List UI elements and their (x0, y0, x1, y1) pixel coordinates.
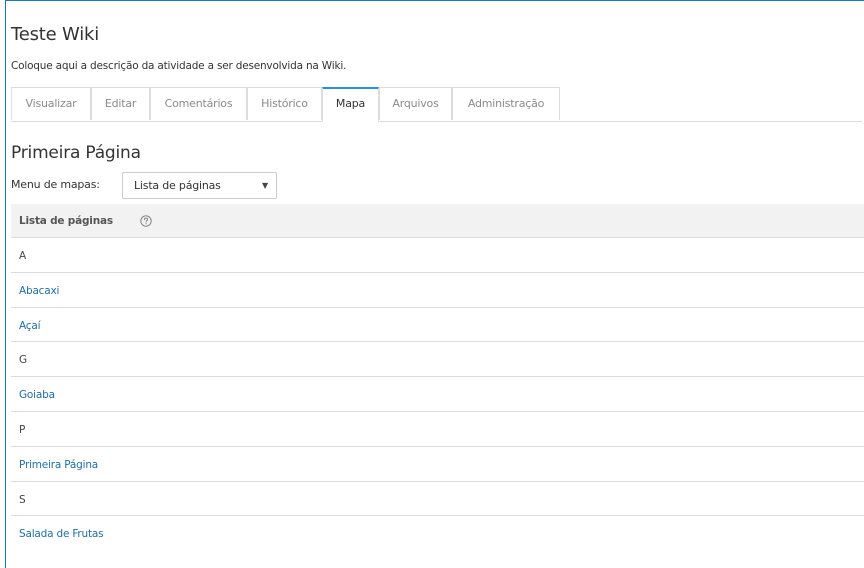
tab-mapa[interactable]: Mapa (322, 87, 379, 122)
letter-heading: G (19, 354, 27, 367)
map-menu-selected-value: Lista de páginas (134, 179, 221, 192)
tab-visualizar[interactable]: Visualizar (11, 87, 91, 120)
map-menu-select[interactable]: Lista de páginas ▼ (122, 172, 277, 199)
tab-comentarios[interactable]: Comentários (150, 87, 247, 120)
page-link[interactable]: Goiaba (19, 387, 55, 403)
page-link[interactable]: Primeira Página (19, 457, 98, 473)
wiki-frame: Teste Wiki Coloque aqui a descrição da a… (5, 0, 864, 568)
list-letter-row: S (11, 482, 864, 517)
tab-historico[interactable]: Histórico (247, 87, 322, 120)
list-item: Primeira Página (11, 447, 864, 482)
page-list: A Abacaxi Açaí G Goiaba P Primeira Págin… (11, 238, 864, 551)
letter-heading: P (19, 423, 26, 436)
wiki-title: Teste Wiki (11, 24, 100, 45)
tab-arquivos[interactable]: Arquivos (379, 87, 452, 120)
list-letter-row: A (11, 238, 864, 273)
question-circle-icon[interactable] (140, 215, 152, 227)
list-item: Açaí (11, 308, 864, 343)
page-link[interactable]: Salada de Frutas (19, 526, 104, 542)
list-item: Abacaxi (11, 273, 864, 308)
letter-heading: A (19, 250, 26, 262)
list-item: Salada de Frutas (11, 516, 864, 551)
page-list-header: Lista de páginas (11, 204, 864, 238)
map-menu-label: Menu de mapas: (11, 178, 100, 191)
dropdown-arrow-icon: ▼ (262, 181, 268, 190)
page-title: Primeira Página (11, 143, 141, 163)
page-link[interactable]: Abacaxi (19, 283, 59, 299)
page-link[interactable]: Açaí (19, 318, 41, 334)
list-letter-row: P (11, 412, 864, 447)
tab-bar: Visualizar Editar Comentários Histórico … (11, 87, 862, 122)
wiki-description: Coloque aqui a descrição da atividade a … (11, 60, 347, 72)
letter-heading: S (19, 493, 26, 506)
list-letter-row: G (11, 342, 864, 378)
tab-administracao[interactable]: Administração (452, 87, 560, 120)
page-list-header-label: Lista de páginas (19, 215, 113, 227)
list-item: Goiaba (11, 377, 864, 412)
tab-editar[interactable]: Editar (91, 87, 150, 120)
